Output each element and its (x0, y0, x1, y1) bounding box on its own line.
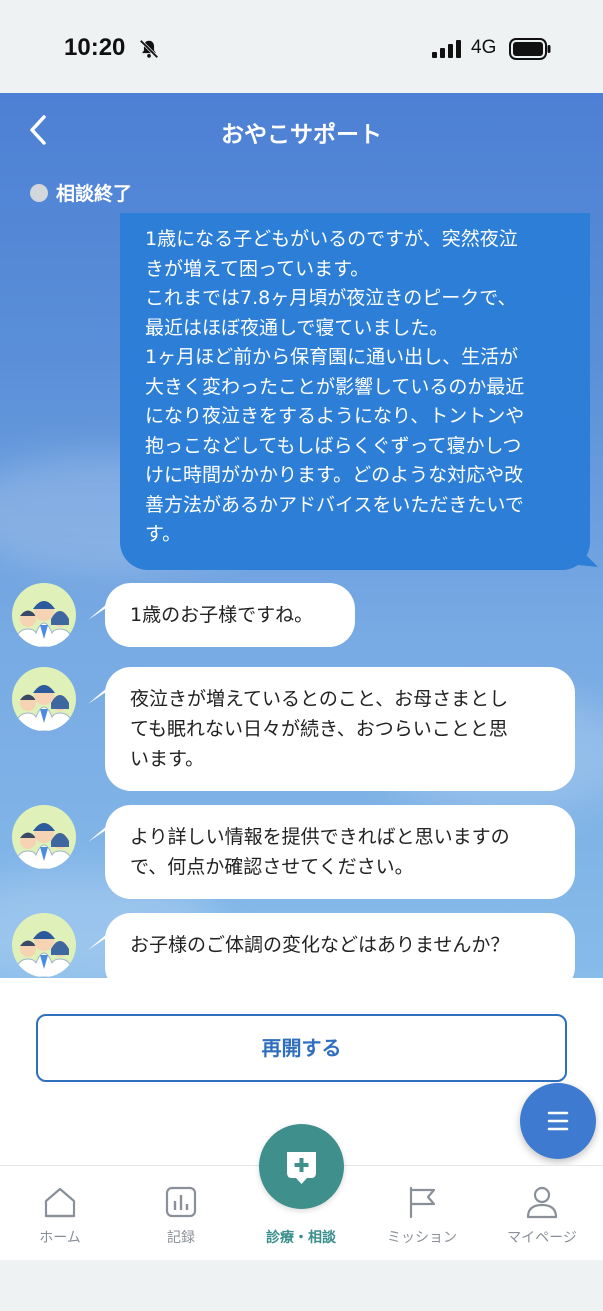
chart-icon (165, 1186, 197, 1218)
doctors-icon (13, 601, 75, 647)
consultation-status: 相談終了 (30, 179, 132, 206)
bot-message-line: より詳しい情報を提供できればと思いますの (130, 826, 510, 848)
status-bar: 10:20 4G (0, 0, 603, 93)
tab-mission[interactable]: ミッション (362, 1166, 482, 1261)
doctor-avatar (12, 913, 76, 977)
user-message-line: 抱っこなどしてもしばらくぐずって寝かしつ (145, 434, 522, 457)
network-label: 4G (471, 37, 497, 58)
tab-label: ホーム (39, 1230, 81, 1246)
bot-message-line: で、何点か確認させてください。 (130, 856, 414, 878)
bot-message-line: 夜泣きが増えているとのこと、お母さまとし (130, 688, 509, 710)
bot-message-bubble: より詳しい情報を提供できればと思いますの で、何点か確認させてください。 (105, 805, 575, 899)
signal-icon (432, 40, 461, 58)
doctors-icon (13, 823, 75, 869)
doctors-icon (13, 931, 75, 977)
battery-icon (509, 38, 551, 60)
tab-mypage[interactable]: マイページ (482, 1166, 602, 1261)
user-message-line: になり夜泣きをするようになり、トントンや (145, 405, 525, 427)
bot-message-line: います。 (130, 748, 205, 770)
status-time: 10:20 (64, 34, 126, 61)
tab-home[interactable]: ホーム (0, 1166, 120, 1261)
doctor-avatar (12, 667, 76, 731)
user-message-bubble: 1歳になる子どもがいるのですが、突然夜泣 きが増えて困っています。 これまでは7… (120, 213, 590, 570)
doctors-icon (13, 685, 75, 731)
status-text: 相談終了 (56, 183, 133, 205)
user-message-line: 大きく変わったことが影響しているのか最近 (145, 375, 525, 398)
user-message-line: 1歳になる子どもがいるのですが、突然夜泣 (145, 228, 518, 250)
bot-message-line: 1歳のお子様ですね。 (130, 604, 314, 626)
doctor-avatar (12, 583, 76, 647)
user-message-line: これまでは7.8ヶ月頃が夜泣きのピークで、 (145, 287, 517, 309)
user-bubble-tail (578, 547, 598, 567)
user-message-line: きが増えて困っています。 (145, 257, 370, 280)
bell-muted-icon (139, 39, 159, 59)
tab-label: 記録 (167, 1230, 195, 1246)
bot-message-bubble: 1歳のお子様ですね。 (105, 583, 355, 647)
user-message-line: 善方法があるかアドバイスをいただきたいで (145, 493, 524, 516)
user-message-line: す。 (145, 523, 182, 545)
bot-message-line: お子様のご体調の変化などはありませんか？ (130, 934, 510, 956)
consultation-fab-button[interactable] (259, 1124, 344, 1209)
system-bottom-area (0, 1260, 603, 1311)
page-title: おやこサポート (221, 122, 382, 148)
tab-label: マイページ (507, 1230, 577, 1246)
bot-message-line: ても眠れない日々が続き、おつらいことと思 (130, 718, 508, 740)
tab-label: 診療・相談 (266, 1230, 336, 1246)
tab-record[interactable]: 記録 (121, 1166, 241, 1261)
medical-chat-icon (287, 1152, 316, 1184)
menu-lines-icon (547, 1111, 569, 1131)
flag-icon (409, 1186, 436, 1219)
bot-message-bubble: 夜泣きが増えているとのこと、お母さまとし ても眠れない日々が続き、おつらいことと… (105, 667, 575, 791)
user-message-line: けに時間がかかります。どのような対応や改 (145, 464, 524, 486)
person-icon (526, 1186, 558, 1219)
doctor-avatar (12, 805, 76, 869)
status-dot (30, 183, 48, 202)
home-icon (44, 1187, 76, 1218)
user-message-line: 最近はほぼ夜通しで寝ていました。 (145, 316, 449, 339)
menu-fab-button[interactable] (520, 1083, 596, 1159)
app-header: おやこサポート (0, 93, 603, 167)
reopen-button[interactable]: 再開する (36, 1014, 567, 1082)
bot-message-bubble: お子様のご体調の変化などはありませんか？ (105, 913, 575, 978)
chat-area[interactable]: おやこサポート 相談終了 1歳になる子どもがいるのですが、突然夜泣 きが増えて困… (0, 93, 603, 978)
user-message-line: 1ヶ月ほど前から保育園に通い出し、生活が (145, 346, 519, 368)
tab-label: ミッション (387, 1230, 457, 1246)
